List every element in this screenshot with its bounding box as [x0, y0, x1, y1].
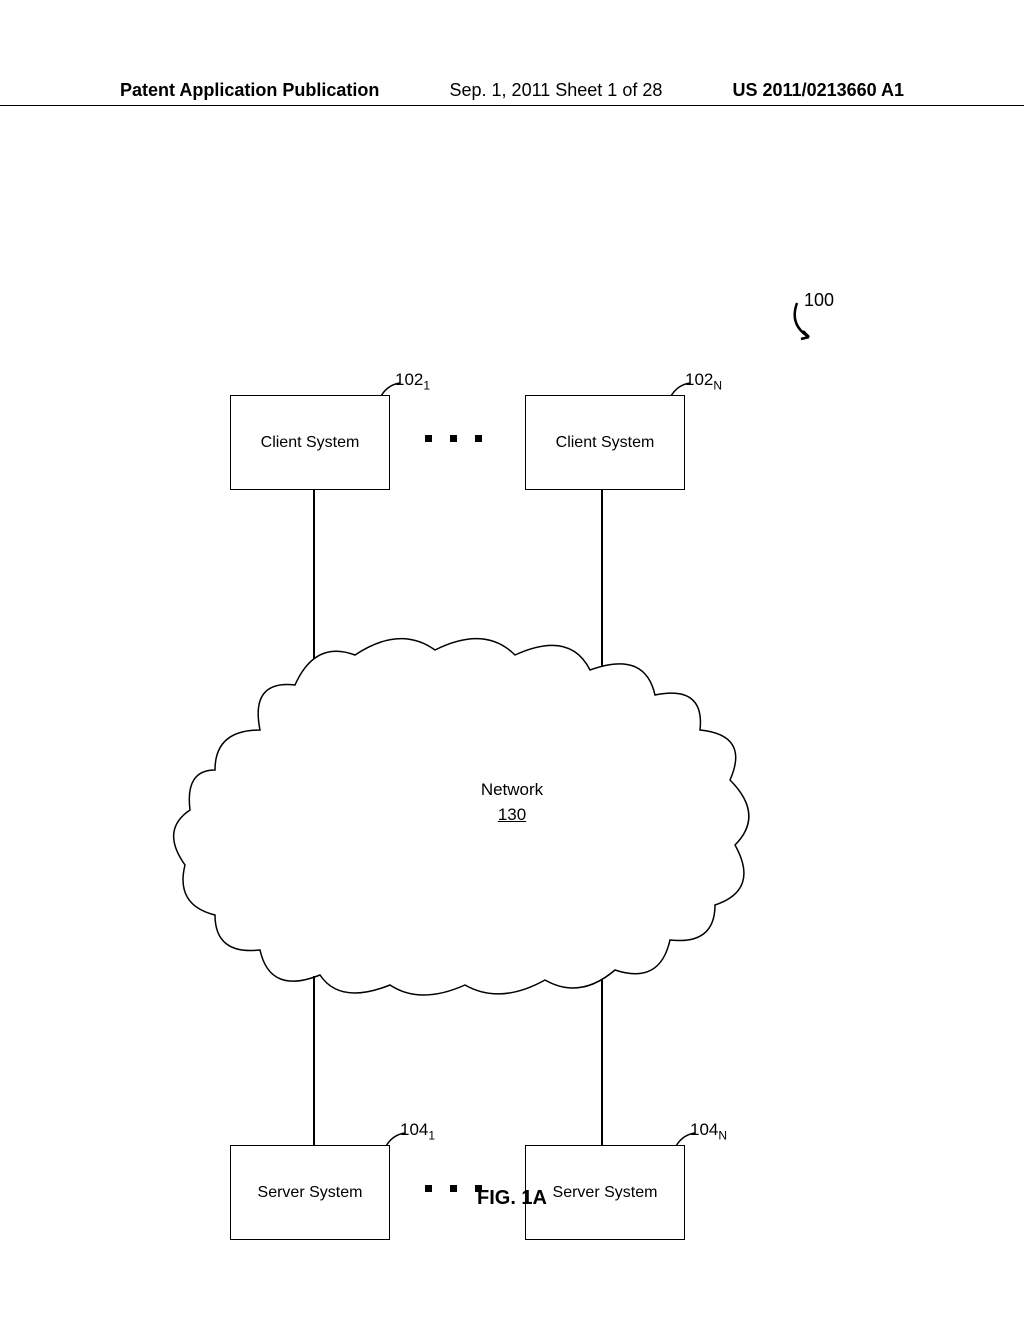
ellipsis-icon — [425, 435, 482, 442]
client-system-box-1: Client System — [230, 395, 390, 490]
header-rule — [0, 105, 1024, 106]
network-ref-num: 130 — [0, 805, 1024, 825]
connector-line — [601, 980, 603, 1146]
client-system-box-n: Client System — [525, 395, 685, 490]
figure-1a: 100 1021 102N Client System Client Syste… — [0, 140, 1024, 1170]
header-left: Patent Application Publication — [120, 80, 379, 101]
network-label: Network — [0, 780, 1024, 800]
network-cloud-icon — [160, 600, 770, 1000]
page-header: Patent Application Publication Sep. 1, 2… — [0, 80, 1024, 101]
figure-caption: FIG. 1A — [0, 1187, 1024, 1210]
connector-line — [313, 976, 315, 1146]
header-center: Sep. 1, 2011 Sheet 1 of 28 — [450, 80, 663, 101]
header-right: US 2011/0213660 A1 — [733, 80, 904, 101]
figure-ref-arrow-icon — [789, 295, 839, 350]
